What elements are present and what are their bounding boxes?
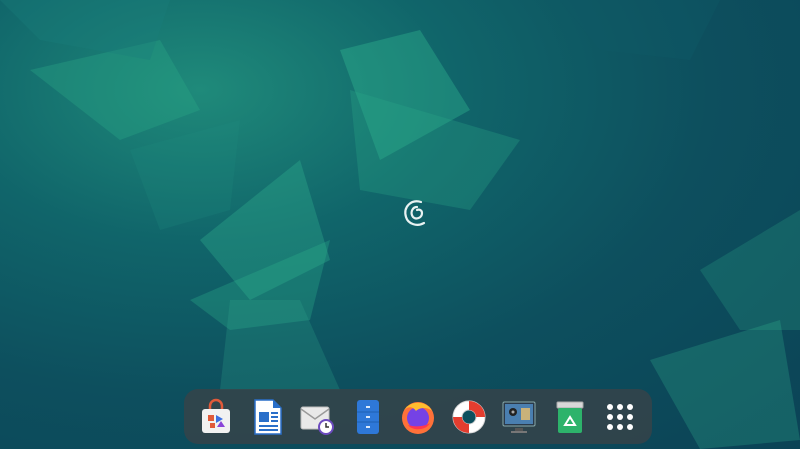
- dock-item-mail-scheduler[interactable]: [295, 395, 339, 439]
- writer-document-icon: [253, 398, 282, 435]
- desktop[interactable]: [0, 0, 800, 449]
- app-grid-icon: [607, 403, 633, 430]
- dock-item-libreoffice-writer[interactable]: [245, 395, 289, 439]
- recycle-bin-icon: [556, 401, 583, 433]
- dock-item-software-store[interactable]: [194, 395, 238, 439]
- dock: [184, 389, 652, 444]
- file-cabinet-icon: [356, 399, 379, 434]
- dock-item-help[interactable]: [447, 395, 491, 439]
- shopping-bag-icon: [202, 398, 230, 433]
- dock-item-firefox[interactable]: [396, 395, 440, 439]
- dock-item-app-grid[interactable]: [598, 395, 642, 439]
- lifebuoy-icon: [452, 400, 485, 433]
- monitor-film-icon: [502, 401, 536, 433]
- dock-item-trash[interactable]: [548, 395, 592, 439]
- dock-item-file-manager[interactable]: [346, 395, 390, 439]
- debian-swirl-logo: [404, 200, 426, 226]
- envelope-clock-icon: [300, 406, 334, 435]
- firefox-icon: [402, 401, 434, 434]
- dock-item-media-settings[interactable]: [497, 395, 541, 439]
